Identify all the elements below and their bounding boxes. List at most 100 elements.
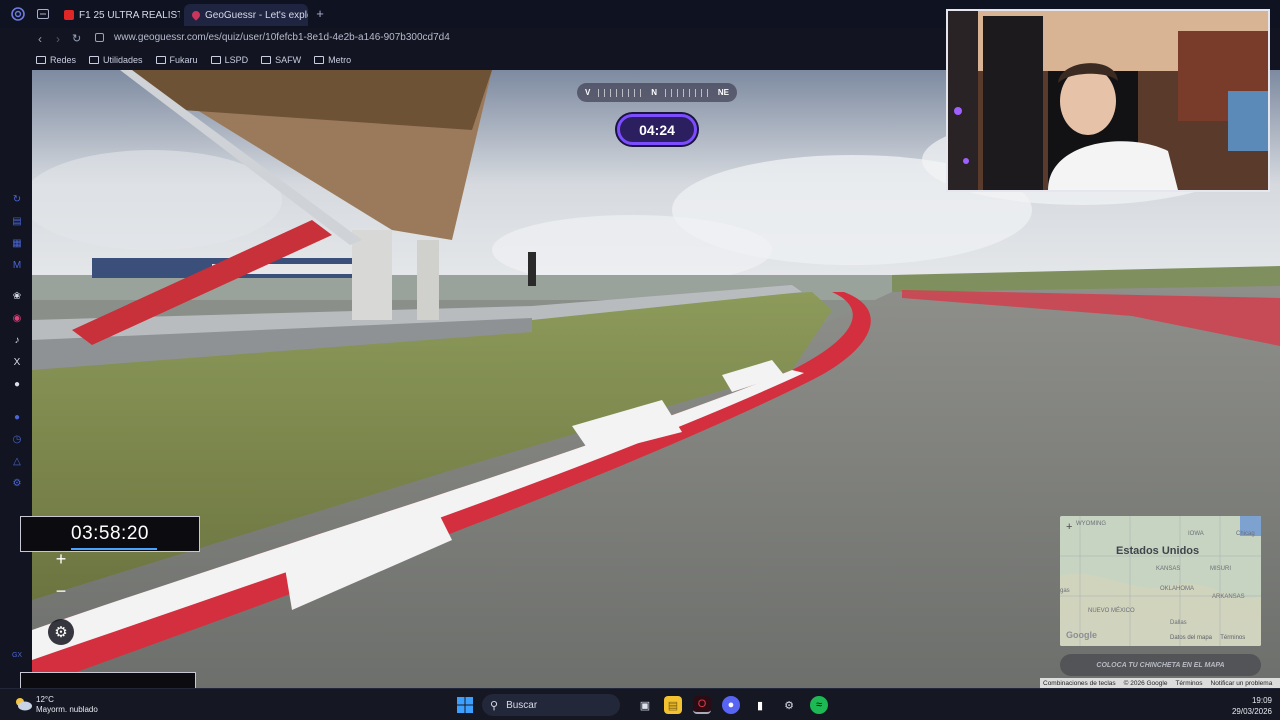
footer-report-link[interactable]: Notificar un problema	[1211, 680, 1273, 687]
map-label: NUEVO MÉXICO	[1088, 608, 1135, 614]
google-logo: Google	[1066, 630, 1097, 640]
bookmark-label: Fukaru	[169, 55, 198, 65]
footer-copyright: © 2026 Google	[1123, 679, 1168, 687]
spotify-icon[interactable]: ≈	[810, 696, 828, 714]
geoguessr-pin-icon	[190, 9, 202, 21]
bookmark-utilidades[interactable]: Utilidades	[89, 55, 143, 65]
search-icon: ⚲	[490, 699, 499, 712]
folder-icon	[261, 56, 272, 64]
audio-mixer-icon[interactable]: ▮	[751, 696, 769, 714]
stream-overlay-frame	[20, 672, 196, 688]
map-label: Chicag	[1236, 531, 1255, 537]
gx-icon[interactable]: GX	[11, 650, 23, 662]
bookmark-redes[interactable]: Redes	[36, 55, 76, 65]
footer-shortcuts-link[interactable]: Combinaciones de teclas	[1043, 680, 1116, 687]
back-arrow-icon[interactable]: ‹	[38, 32, 42, 46]
minimap-zoom-icon[interactable]: +	[1066, 521, 1072, 533]
bookmark-label: LSPD	[224, 55, 249, 65]
compass[interactable]: V N NE	[577, 83, 737, 102]
discord-icon[interactable]: ●	[11, 379, 23, 391]
instagram-icon[interactable]: ◉	[11, 313, 23, 325]
lock-icon	[95, 33, 104, 42]
loading-icon[interactable]: ↻	[11, 194, 23, 206]
tab-geoguessr[interactable]: GeoGuessr - Let's explore	[184, 4, 308, 26]
stream-timer-bar	[71, 548, 157, 550]
task-view-icon[interactable]: ▣	[636, 696, 654, 714]
youtube-icon	[64, 10, 74, 20]
map-label: KANSAS	[1156, 566, 1181, 572]
settings-gear-icon[interactable]: ⚙	[48, 619, 74, 645]
clock-time: 19:09	[1251, 696, 1272, 705]
folder-icon	[210, 56, 221, 64]
windows-taskbar: 12°C Mayorm. nublado ⚲ Buscar ▣ ▤ O ● ▮ …	[0, 688, 1280, 720]
google-footer: Combinaciones de teclas © 2026 Google Té…	[1040, 678, 1280, 688]
folder-icon	[89, 56, 100, 64]
reload-icon[interactable]: ↻	[72, 32, 81, 45]
clock-date: 29/03/2026	[1231, 707, 1272, 716]
search-placeholder: Buscar	[506, 699, 538, 711]
compass-north-label: N	[651, 88, 657, 97]
bookmark-lspd[interactable]: LSPD	[210, 55, 249, 65]
stream-timer-value: 03:58:20	[71, 523, 149, 544]
folder-icon	[155, 56, 166, 64]
bookmark-label: Redes	[50, 55, 77, 65]
settings-icon[interactable]: ⚙	[11, 478, 23, 490]
compass-west-label: V	[585, 88, 591, 97]
windows-start-icon[interactable]	[456, 696, 474, 714]
file-explorer-icon[interactable]: ▤	[664, 696, 682, 714]
weather-description: Mayorm. nublado	[36, 705, 98, 714]
footer-terms-link[interactable]: Términos	[1175, 680, 1202, 687]
tab-youtube[interactable]: F1 25 ULTRA REALISTIC C	[56, 4, 180, 26]
bookmark-label: Metro	[328, 55, 352, 65]
new-tab-button[interactable]: +	[313, 7, 327, 21]
round-timer: 04:24	[617, 114, 697, 145]
messenger-icon[interactable]: M	[11, 260, 23, 272]
bookmarks-bar: Redes Utilidades Fukaru LSPD SAFW Metro	[0, 50, 946, 70]
minimap-terrain	[1060, 516, 1261, 646]
weather-temperature: 12°C	[36, 695, 54, 704]
map-label: IOWA	[1188, 531, 1204, 537]
openai-icon[interactable]: ❀	[11, 291, 23, 303]
extensions-icon[interactable]: △	[11, 456, 23, 468]
zoom-out-button[interactable]: −	[46, 576, 76, 606]
guess-minimap[interactable]: + WYOMING IOWA Chicag Estados Unidos KAN…	[1060, 516, 1261, 646]
forward-arrow-icon[interactable]: ›	[56, 32, 60, 46]
taskbar-clock[interactable]: 19:09 29/03/2026	[1216, 695, 1272, 717]
bookmark-fukaru[interactable]: Fukaru	[155, 55, 198, 65]
x-icon[interactable]: X	[11, 357, 23, 369]
compass-northeast-label: NE	[717, 88, 729, 97]
folder-icon	[314, 56, 325, 64]
bookmark-label: SAFW	[275, 55, 302, 65]
minimap-attribution: Datos del mapa Términos	[1170, 635, 1246, 641]
bookmark-safw[interactable]: SAFW	[261, 55, 301, 65]
folder-icon	[36, 56, 46, 64]
history-icon[interactable]: ◷	[11, 434, 23, 446]
taskbar-search[interactable]: ⚲ Buscar	[482, 694, 620, 716]
browser-logo-icon[interactable]	[10, 6, 26, 22]
music-icon[interactable]: ●	[11, 412, 23, 424]
map-label: Dallas	[1170, 620, 1187, 626]
url-field[interactable]: www.geoguessr.com/es/quiz/user/10fefcb1-…	[114, 32, 450, 43]
map-label: ARKANSAS	[1212, 594, 1245, 600]
place-pin-button[interactable]: COLOCA TU CHINCHETA EN EL MAPA	[1060, 654, 1261, 676]
bookmark-metro[interactable]: Metro	[314, 55, 351, 65]
discord-taskbar-icon[interactable]: ●	[722, 696, 740, 714]
car-icon[interactable]: ▤	[11, 216, 23, 228]
address-bar: ‹ › ↻ www.geoguessr.com/es/quiz/user/10f…	[0, 28, 946, 50]
steam-icon[interactable]: ⚙	[780, 696, 798, 714]
weather-widget[interactable]: 12°C Mayorm. nublado	[36, 695, 98, 715]
box-icon[interactable]: ▦	[11, 238, 23, 250]
bookmark-label: Utilidades	[103, 55, 143, 65]
opera-gx-icon[interactable]: O	[693, 696, 711, 714]
map-label: WYOMING	[1076, 521, 1106, 527]
map-label: OKLAHOMA	[1160, 586, 1195, 592]
map-label: MISURI	[1210, 566, 1231, 572]
zoom-in-button[interactable]: +	[46, 544, 76, 574]
tab-label: GeoGuessr - Let's explore	[205, 9, 308, 21]
cloudy-weather-icon[interactable]	[14, 697, 32, 711]
compass-ticks	[598, 88, 644, 97]
tiktok-icon[interactable]: ♪	[11, 335, 23, 347]
tab-overview-icon[interactable]	[35, 6, 51, 22]
compass-ticks	[665, 88, 710, 97]
webcam-feed	[948, 11, 1268, 190]
